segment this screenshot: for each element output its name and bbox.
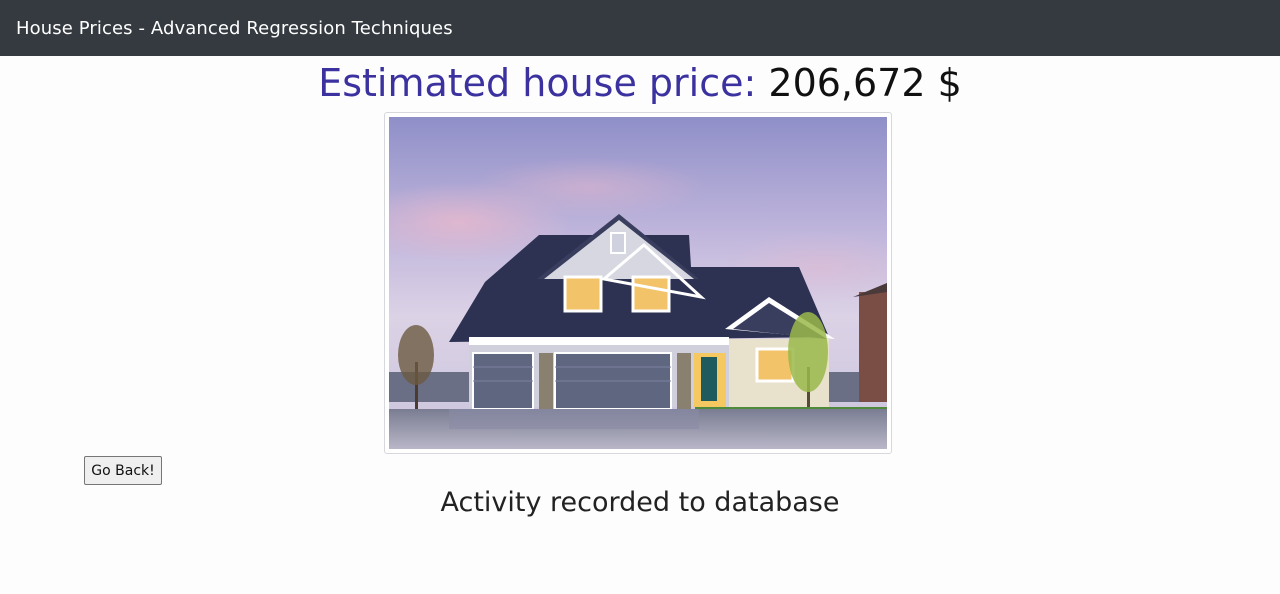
navbar-brand[interactable]: House Prices - Advanced Regression Techn… — [16, 18, 453, 39]
price-heading: Estimated house price: 206,672 $ — [0, 58, 1280, 108]
status-message: Activity recorded to database — [440, 487, 840, 518]
price-value: 206,672 $ — [768, 61, 962, 105]
house-illustration — [389, 117, 887, 449]
house-photo — [384, 112, 892, 454]
navbar: House Prices - Advanced Regression Techn… — [0, 0, 1280, 56]
price-label: Estimated house price: — [318, 61, 757, 105]
go-back-button[interactable]: Go Back! — [84, 456, 162, 485]
